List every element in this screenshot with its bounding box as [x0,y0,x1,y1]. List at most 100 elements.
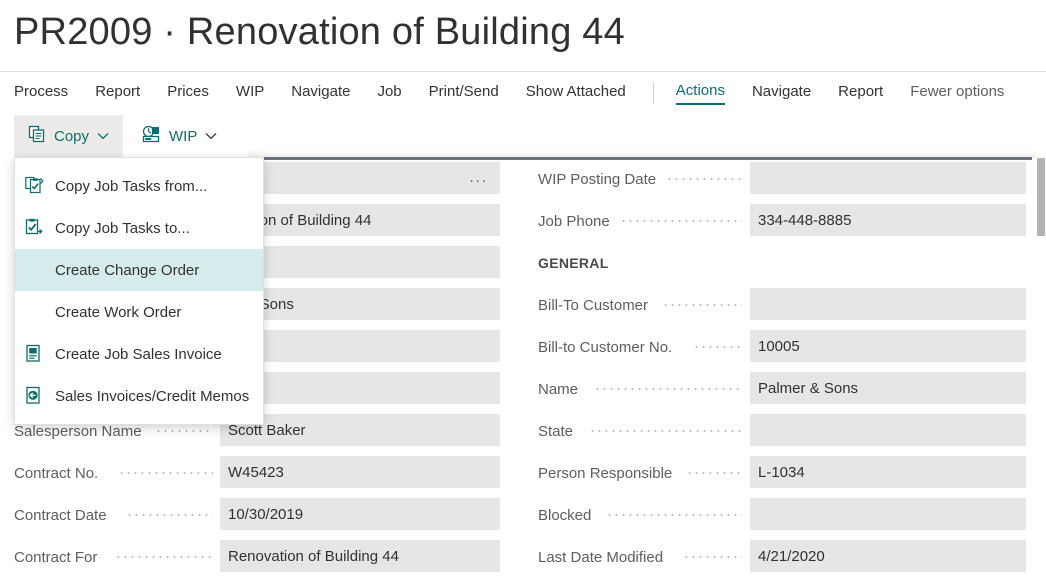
contract-no-value: W45423 [220,464,284,481]
last-date-modified-input[interactable]: 4/21/2020 [750,540,1026,572]
leader-dots [589,430,742,432]
bill-to-customer-label: Bill-To Customer [538,297,648,314]
salesperson-name-label: Salesperson Name [14,423,142,440]
leader-dots [620,220,742,222]
clipboard-copy-to-icon [25,218,47,238]
menu-item-wip[interactable]: WIP [236,82,264,104]
leader-dots [115,556,213,558]
chevron-down-icon [97,132,109,140]
form-column-right: WIP Posting Date Job Phone 334-448-8885 … [538,160,1026,580]
menu-option-icon-placeholder [25,260,47,280]
menu-option-copy-job-tasks-to[interactable]: Copy Job Tasks to... [15,207,263,249]
copy-button-label: Copy [54,128,89,145]
field-row-bill-to-customer-no: Bill-to Customer No. 10005 [538,328,1026,370]
document-invoice-icon [25,344,47,364]
menu-option-label: Create Job Sales Invoice [55,346,222,363]
contract-no-label: Contract No. [14,465,98,482]
ribbon-menubar: Process Report Prices WIP Navigate Job P… [0,71,1046,113]
name-value: Palmer & Sons [750,380,858,397]
state-label: State [538,423,573,440]
contract-date-label: Contract Date [14,507,107,524]
field-row-contract-no: Contract No. W45423 [14,454,500,496]
menu-option-icon-placeholder [25,302,47,322]
blocked-input[interactable] [750,498,1026,530]
menu-item-job[interactable]: Job [377,82,401,104]
menu-option-label: Create Change Order [55,262,199,279]
field-row-wip-posting-date: WIP Posting Date [538,160,1026,202]
menu-option-create-job-sales-invoice[interactable]: Create Job Sales Invoice [15,333,263,375]
vertical-scrollbar-thumb[interactable] [1037,158,1045,236]
leader-dots [126,514,213,516]
contract-no-input[interactable]: W45423 [220,456,500,488]
job-card-page: PR2009 · Renovation of Building 44 Proce… [0,0,1046,583]
bill-to-customer-no-input[interactable]: 10005 [750,330,1026,362]
field-row-job-phone: Job Phone 334-448-8885 [538,202,1026,244]
wip-button[interactable]: WIP [128,115,231,157]
copy-dropdown-menu: Copy Job Tasks from... Copy Job Tasks to… [14,157,264,425]
menu-item-navigate[interactable]: Navigate [291,82,350,104]
menu-option-create-change-order[interactable]: Create Change Order [15,249,263,291]
field-row-blocked: Blocked [538,496,1026,538]
wip-posting-date-label: WIP Posting Date [538,171,656,188]
copy-icon [28,125,46,147]
last-date-modified-value: 4/21/2020 [750,548,825,565]
contract-date-value: 10/30/2019 [220,506,303,523]
field-row-contract-for: Contract For Renovation of Building 44 [14,538,500,580]
contract-for-input[interactable]: Renovation of Building 44 [220,540,500,572]
section-header-general-label: GENERAL [538,255,609,271]
bill-to-customer-input[interactable] [750,288,1026,320]
person-responsible-input[interactable]: L-1034 [750,456,1026,488]
field-row-last-date-modified: Last Date Modified 4/21/2020 [538,538,1026,580]
job-phone-label: Job Phone [538,213,610,230]
name-input[interactable]: Palmer & Sons [750,372,1026,404]
leader-dots [662,304,742,306]
leader-dots [155,430,213,432]
contract-date-input[interactable]: 10/30/2019 [220,498,500,530]
state-input[interactable] [750,414,1026,446]
menu-item-show-attached[interactable]: Show Attached [526,82,626,104]
menu-option-label: Create Work Order [55,304,181,321]
leader-dots [666,178,742,180]
contract-for-value: Renovation of Building 44 [220,548,399,565]
menu-option-label: Sales Invoices/Credit Memos [55,388,249,405]
menu-item-actions[interactable]: Actions [676,81,725,105]
wip-button-label: WIP [169,128,197,145]
section-header-general: GENERAL [538,244,1026,286]
field-row-contract-date: Contract Date 10/30/2019 [14,496,500,538]
menu-item-prices[interactable]: Prices [167,82,209,104]
vertical-scrollbar[interactable] [1036,150,1046,583]
menu-item-fewer-options[interactable]: Fewer options [910,82,1004,104]
blocked-label: Blocked [538,507,591,524]
menu-option-create-work-order[interactable]: Create Work Order [15,291,263,333]
leader-dots [118,472,213,474]
name-label: Name [538,381,578,398]
page-title: PR2009 · Renovation of Building 44 [14,6,625,58]
assist-edit-icon[interactable]: ... [469,171,488,185]
field-row-name: Name Palmer & Sons [538,370,1026,412]
field-row-state: State [538,412,1026,454]
leader-dots [606,514,742,516]
menu-item-print-send[interactable]: Print/Send [429,82,499,104]
menu-option-copy-job-tasks-from[interactable]: Copy Job Tasks from... [15,165,263,207]
contract-for-label: Contract For [14,549,97,566]
person-responsible-value: L-1034 [750,464,805,481]
wip-posting-date-input[interactable] [750,162,1026,194]
leader-dots [686,472,742,474]
bill-to-customer-no-label: Bill-to Customer No. [538,339,672,356]
wip-icon [142,125,161,147]
job-phone-value: 334-448-8885 [750,212,851,229]
leader-dots [693,346,742,348]
document-arrow-icon [25,386,47,406]
menu-item-report[interactable]: Report [95,82,140,104]
copy-button[interactable]: Copy [14,115,123,157]
menu-item-navigate-right[interactable]: Navigate [752,82,811,104]
chevron-down-icon-wip [205,132,217,140]
job-phone-input[interactable]: 334-448-8885 [750,204,1026,236]
menu-item-process[interactable]: Process [14,82,68,104]
menu-item-report-right[interactable]: Report [838,82,883,104]
person-responsible-label: Person Responsible [538,465,672,482]
field-row-bill-to-customer: Bill-To Customer [538,286,1026,328]
menu-option-sales-invoices-credit-memos[interactable]: Sales Invoices/Credit Memos [15,375,263,417]
last-date-modified-label: Last Date Modified [538,549,663,566]
clipboard-copy-from-icon [25,176,47,196]
